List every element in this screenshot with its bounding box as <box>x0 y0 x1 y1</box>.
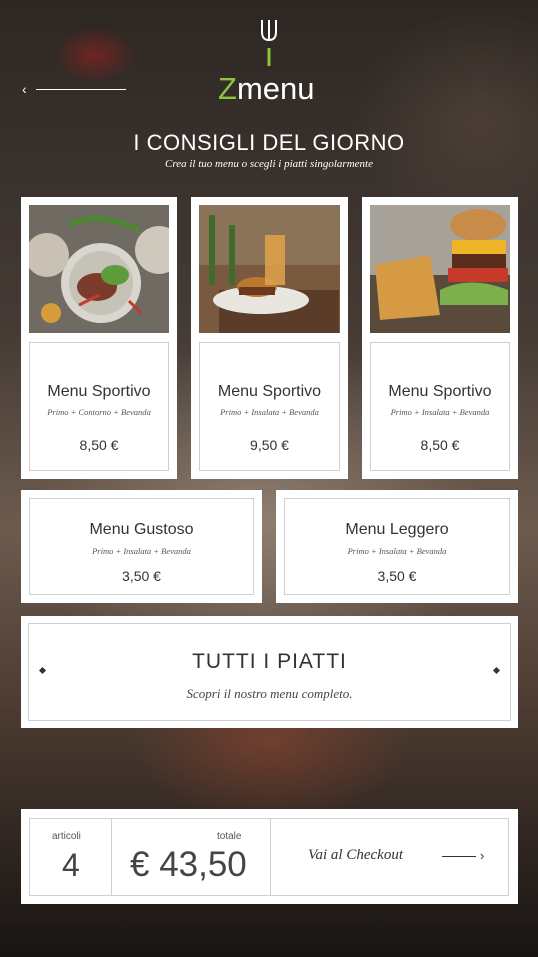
menu-price: 9,50 € <box>250 437 289 453</box>
checkout-button[interactable]: Vai al Checkout › <box>271 819 508 895</box>
all-dishes-card[interactable]: TUTTI I PIATTI Scopri il nostro menu com… <box>21 616 518 728</box>
cart-divider <box>111 819 112 895</box>
featured-menu-card[interactable]: Menu Sportivo Primo + Insalata + Bevanda… <box>191 197 348 479</box>
menu-price: 3,50 € <box>122 568 161 584</box>
items-count: 4 <box>62 847 80 883</box>
menu-contents: Primo + Contorno + Bevanda <box>47 407 151 417</box>
arrow-right-icon: › <box>480 848 485 863</box>
page-subtitle: Crea il tuo menu o scegli i piatti singo… <box>165 158 373 170</box>
checkout-label: Vai al Checkout <box>308 847 403 863</box>
app-logo[interactable]: Zmenu <box>218 70 328 108</box>
menu-price: 8,50 € <box>420 437 460 453</box>
featured-menu-info: Menu Sportivo Primo + Insalata + Bevanda… <box>370 342 510 471</box>
burger-fries-image <box>370 205 510 333</box>
salad-steak-image <box>29 205 169 333</box>
secondary-menu-card[interactable]: Menu Leggero Primo + Insalata + Bevanda … <box>276 490 518 603</box>
fork-icon <box>259 20 279 68</box>
secondary-menu-info: Menu Gustoso Primo + Insalata + Bevanda … <box>29 498 254 595</box>
back-line <box>36 89 126 90</box>
items-label: articoli <box>52 831 81 842</box>
secondary-menu-card[interactable]: Menu Gustoso Primo + Insalata + Bevanda … <box>21 490 262 603</box>
total-label: totale <box>217 831 242 842</box>
total-value: € 43,50 <box>130 845 247 884</box>
all-dishes-subtitle: Scopri il nostro menu completo. <box>186 686 353 701</box>
menu-contents: Primo + Insalata + Bevanda <box>92 546 191 556</box>
logo-suffix: menu <box>236 71 315 106</box>
checkout-line <box>442 856 476 857</box>
menu-contents: Primo + Insalata + Bevanda <box>390 407 490 417</box>
page-title: I CONSIGLI DEL GIORNO <box>133 130 405 155</box>
featured-menu-info: Menu Sportivo Primo + Contorno + Bevanda… <box>29 342 169 471</box>
menu-name: Menu Sportivo <box>47 383 151 400</box>
burger-drink-image <box>199 205 340 333</box>
all-dishes-title: TUTTI I PIATTI <box>192 650 347 673</box>
chevron-left-icon: ‹ <box>22 81 27 97</box>
logo-prefix: Z <box>218 71 237 106</box>
menu-name: Menu Gustoso <box>89 521 194 538</box>
menu-price: 3,50 € <box>377 568 417 584</box>
menu-contents: Primo + Insalata + Bevanda <box>347 546 447 556</box>
menu-price: 8,50 € <box>79 437 119 453</box>
cart-frame: articoli 4 totale € 43,50 Vai al Checkou… <box>29 818 509 896</box>
featured-menu-info: Menu Sportivo Primo + Insalata + Bevanda… <box>199 342 340 471</box>
all-dishes-frame: TUTTI I PIATTI Scopri il nostro menu com… <box>28 623 511 721</box>
cart-bar: articoli 4 totale € 43,50 Vai al Checkou… <box>21 809 518 904</box>
featured-menu-card[interactable]: Menu Sportivo Primo + Insalata + Bevanda… <box>362 197 518 479</box>
menu-name: Menu Sportivo <box>217 383 322 400</box>
menu-contents: Primo + Insalata + Bevanda <box>220 407 319 417</box>
secondary-menu-info: Menu Leggero Primo + Insalata + Bevanda … <box>284 498 510 595</box>
back-button[interactable]: ‹ <box>22 80 126 98</box>
featured-menu-card[interactable]: Menu Sportivo Primo + Contorno + Bevanda… <box>21 197 177 479</box>
menu-name: Menu Sportivo <box>388 383 492 400</box>
menu-name: Menu Leggero <box>345 521 449 538</box>
